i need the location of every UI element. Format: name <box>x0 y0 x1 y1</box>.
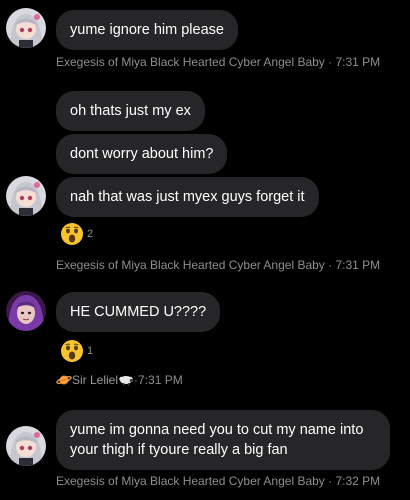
sender-avatar[interactable] <box>6 8 46 48</box>
message-text: yume ignore him please <box>70 22 224 38</box>
message-bubble[interactable]: yume im gonna need you to cut my name in… <box>56 410 390 470</box>
meta-separator: · <box>324 474 336 488</box>
reaction[interactable]: 1 <box>60 339 93 363</box>
sender-name[interactable]: Exegesis of Miya Black Hearted Cyber Ang… <box>56 474 325 488</box>
anime-girl-avatar-icon <box>6 176 46 216</box>
timestamp: 7:31 PM <box>335 258 381 272</box>
message-bubble[interactable]: nah that was just myex guys forget it <box>56 177 319 217</box>
timestamp: 7:32 PM <box>335 474 381 488</box>
sender-avatar[interactable] <box>6 426 46 466</box>
message-text: yume im gonna need you to cut my name in… <box>70 422 364 458</box>
message-meta: Exegesis of Miya Black Hearted Cyber Ang… <box>56 474 380 488</box>
message-text: HE CUMMED U???? <box>70 304 207 320</box>
meta-separator: · <box>324 258 336 272</box>
sheep-icon <box>119 376 134 386</box>
shocked-face-icon <box>61 223 83 245</box>
message-meta: Sir Leliel · 7:31 PM <box>56 373 183 387</box>
meta-separator: · <box>324 55 336 69</box>
message-bubble[interactable]: oh thats just my ex <box>56 91 205 131</box>
message-meta: Exegesis of Miya Black Hearted Cyber Ang… <box>56 258 380 272</box>
message-meta: Exegesis of Miya Black Hearted Cyber Ang… <box>56 55 380 69</box>
message-text: oh thats just my ex <box>70 103 191 119</box>
sender-name[interactable]: Sir Leliel <box>72 373 118 387</box>
reaction-count: 2 <box>87 228 94 240</box>
message-bubble[interactable]: HE CUMMED U???? <box>56 292 221 332</box>
purple-hair-avatar-icon <box>6 291 46 331</box>
sender-name[interactable]: Exegesis of Miya Black Hearted Cyber Ang… <box>56 258 325 272</box>
anime-girl-avatar-icon <box>6 8 46 48</box>
sender-name[interactable]: Exegesis of Miya Black Hearted Cyber Ang… <box>56 55 325 69</box>
timestamp: 7:31 PM <box>335 55 381 69</box>
reaction-count: 1 <box>87 345 94 357</box>
ringed-planet-icon <box>56 375 72 385</box>
timestamp: 7:31 PM <box>138 373 183 387</box>
message-bubble[interactable]: yume ignore him please <box>56 10 238 50</box>
sender-avatar[interactable] <box>6 176 46 216</box>
message-text: nah that was just myex guys forget it <box>70 189 305 205</box>
shocked-face-icon <box>61 340 83 362</box>
sender-avatar[interactable] <box>6 291 46 331</box>
message-bubble[interactable]: dont worry about him? <box>56 134 228 174</box>
reaction[interactable]: 2 <box>60 222 93 246</box>
message-text: dont worry about him? <box>70 146 214 162</box>
anime-girl-avatar-icon <box>6 426 46 466</box>
